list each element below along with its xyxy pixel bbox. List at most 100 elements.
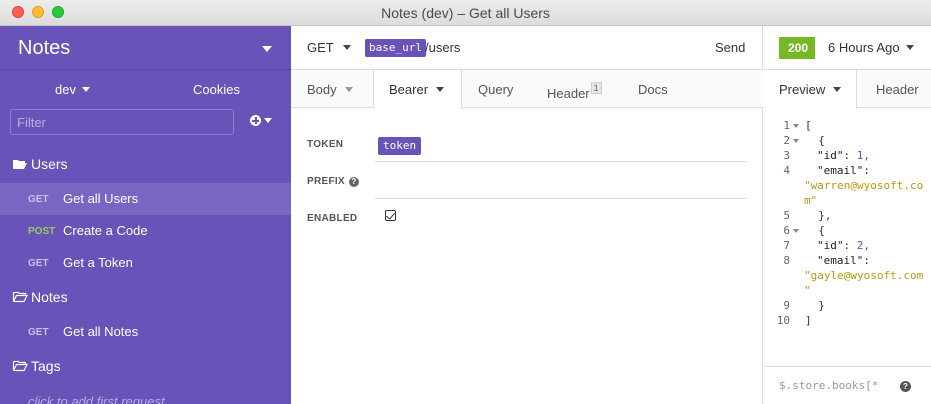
method-value: GET (307, 40, 334, 55)
method-badge: POST (28, 226, 56, 237)
tab-docs[interactable]: Docs (638, 70, 668, 108)
url-variable-tag[interactable]: base_url (365, 39, 426, 57)
code-text: }, (805, 209, 832, 222)
tab-header[interactable]: Header 1 (547, 70, 602, 108)
code-line: 3 "id": 1, (764, 148, 931, 163)
response-history-selector[interactable]: 6 Hours Ago (828, 40, 914, 55)
code-line: 1[ (764, 118, 931, 133)
prefix-label: PREFIX? (307, 176, 359, 187)
response-time: 6 Hours Ago (828, 40, 900, 55)
sidebar: Notes dev Cookies Filter Users GET Get a… (0, 26, 291, 404)
status-badge: 200 (779, 37, 815, 59)
add-item-menu[interactable] (250, 113, 272, 128)
code-line: " (764, 283, 931, 298)
tab-response-header[interactable]: Header (876, 70, 919, 108)
code-text: { (805, 224, 825, 237)
response-filter-input[interactable]: $.store.books[* (779, 379, 878, 392)
help-icon[interactable]: ? (900, 381, 911, 392)
line-number: 7 (783, 239, 790, 252)
code-line: 6 { (764, 223, 931, 238)
fold-arrow-icon[interactable] (793, 229, 799, 233)
url-input[interactable]: /users (425, 40, 460, 55)
json-string: "warren@wyosoft.co (804, 179, 924, 192)
request-item-get-all-notes[interactable]: GET Get all Notes (0, 316, 291, 348)
folder-label: Tags (31, 358, 61, 374)
tab-label: Header (547, 86, 590, 101)
code-text: [ (805, 119, 812, 132)
folder-notes[interactable]: Notes (0, 284, 291, 314)
code-line: 9 } (764, 298, 931, 313)
line-number: 9 (783, 299, 790, 312)
environment-selector[interactable]: dev (55, 82, 90, 97)
tab-query[interactable]: Query (478, 70, 513, 108)
folder-open-icon (12, 291, 28, 303)
tab-label: Body (307, 82, 337, 97)
folder-tags[interactable]: Tags (0, 353, 291, 383)
sidebar-filter-input[interactable]: Filter (10, 109, 234, 135)
line-number: 10 (776, 314, 790, 327)
chevron-down-icon (905, 45, 914, 50)
json-number: 1, (856, 149, 870, 162)
send-button[interactable]: Send (715, 40, 745, 55)
prefix-label-text: PREFIX (307, 176, 345, 187)
request-item-get-a-token[interactable]: GET Get a Token (0, 247, 291, 279)
request-tabs: Body Bearer Query Header 1 Docs (291, 70, 763, 109)
code-line: "warren@wyosoft.co (764, 178, 931, 193)
chevron-down-icon (833, 87, 842, 92)
line-number: 2 (783, 134, 790, 147)
chevron-down-icon (344, 87, 353, 92)
response-tabs: Preview Header (764, 70, 931, 109)
tab-label: Preview (779, 82, 826, 97)
folder-open-icon (13, 160, 27, 169)
folder-users[interactable]: Users (0, 151, 291, 181)
request-pane: GET base_url /users Send Body Bearer Que… (291, 26, 763, 404)
code-text: "id": 1, (817, 149, 870, 162)
json-colon: : (863, 254, 870, 267)
code-text: "id": 2, (817, 239, 870, 252)
prefix-input[interactable] (375, 198, 747, 199)
workspace-title: Notes (18, 37, 71, 59)
response-status-bar: 200 6 Hours Ago (764, 26, 931, 70)
line-number: 1 (783, 119, 790, 132)
enabled-checkbox[interactable] (385, 210, 396, 221)
method-selector[interactable]: GET (307, 40, 351, 55)
add-first-request-hint[interactable]: click to add first request... (28, 394, 175, 404)
response-pane: 200 6 Hours Ago Preview Header 1[ 2 { 3 "… (764, 26, 931, 404)
request-item-create-a-code[interactable]: POST Create a Code (0, 215, 291, 247)
environment-name: dev (55, 82, 76, 97)
token-input[interactable]: token (378, 137, 422, 155)
json-string: m" (804, 194, 818, 207)
cookies-button[interactable]: Cookies (193, 82, 240, 97)
json-key: "id" (817, 239, 844, 252)
code-line: 7 "id": 2, (764, 238, 931, 253)
request-label: Get all Users (63, 191, 139, 206)
chevron-down-icon[interactable] (262, 46, 272, 52)
fold-arrow-icon[interactable] (793, 139, 799, 143)
line-number: 6 (783, 224, 790, 237)
plus-circle-icon (250, 115, 261, 126)
code-line: 8 "email": (764, 253, 931, 268)
request-item-get-all-users[interactable]: GET Get all Users (0, 183, 291, 215)
code-text: "email": (817, 253, 870, 268)
token-label: TOKEN (307, 139, 344, 150)
folder-label: Notes (31, 289, 68, 305)
code-text: } (805, 299, 825, 312)
tab-label: Header (876, 82, 919, 97)
enabled-label: ENABLED (307, 213, 358, 224)
code-line: 10] (764, 313, 931, 328)
response-filter-bar: $.store.books[* ? (764, 366, 931, 404)
tab-label: Query (478, 82, 514, 97)
environment-row: dev Cookies (0, 70, 291, 106)
tab-bearer[interactable]: Bearer (373, 70, 462, 109)
chevron-down-icon (264, 118, 272, 123)
line-number: 5 (783, 209, 790, 222)
workspace-header[interactable]: Notes (0, 26, 291, 70)
help-icon[interactable]: ? (348, 177, 359, 187)
tab-preview[interactable]: Preview (764, 70, 857, 109)
code-line: 5 }, (764, 208, 931, 223)
header-count-badge: 1 (590, 82, 602, 94)
folder-open-icon (12, 360, 28, 372)
tab-body[interactable]: Body (307, 70, 353, 108)
line-number: 4 (783, 164, 790, 177)
fold-arrow-icon[interactable] (793, 124, 799, 128)
